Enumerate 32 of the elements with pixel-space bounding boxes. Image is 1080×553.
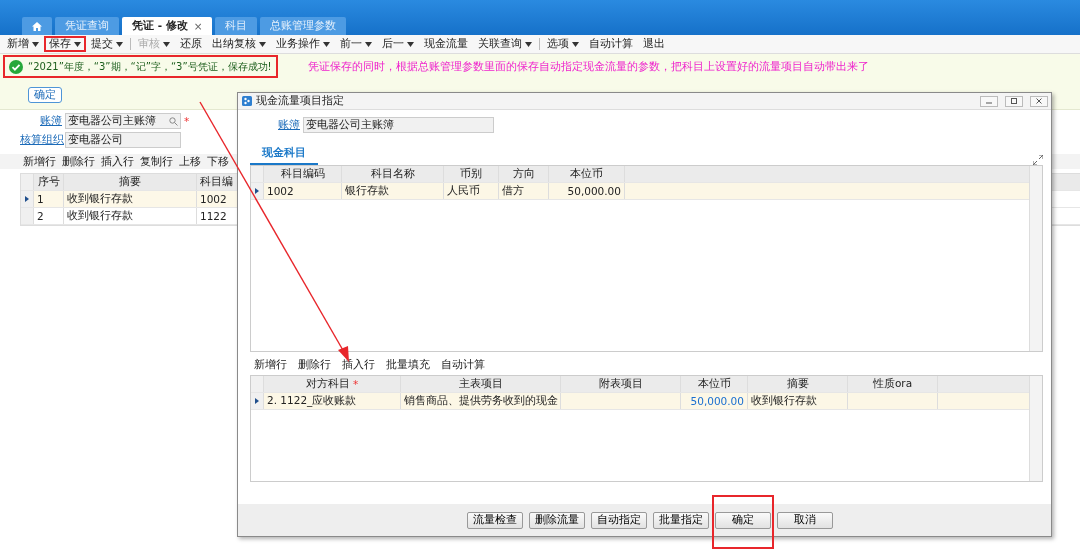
- annotation-note: 凭证保存的同时，根据总账管理参数里面的保存自动指定现金流量的参数，把科目上设置好的流量项目自动带出来了: [307, 59, 869, 74]
- table-cell: 1: [34, 191, 64, 207]
- header-label: 性质ora: [872, 377, 913, 391]
- header-label: 主表项目: [458, 377, 503, 391]
- column-header: 科目编码: [264, 166, 342, 182]
- column-header: 方向: [499, 166, 549, 182]
- column-header: 序号: [34, 174, 64, 190]
- header-label: 对方科目: [305, 377, 350, 391]
- table-cell: 收到银行存款: [64, 208, 197, 224]
- table-cell: 收到银行存款: [64, 191, 197, 207]
- header-label: 摘要: [786, 377, 809, 391]
- header-label: 本位币: [697, 377, 731, 391]
- table-cell: 50,000.00: [681, 393, 748, 409]
- required-mark: *: [353, 378, 359, 390]
- table-cell: 销售商品、提供劳务收到的现金: [401, 393, 561, 409]
- table-cell: 2. 1122_应收账款: [264, 393, 401, 409]
- table-cell: 2: [34, 208, 64, 224]
- table-cell: 1002: [197, 191, 239, 207]
- success-message: “2021”年度，“3”期，“记”字，“3”号凭证，保存成功!: [28, 59, 272, 74]
- table-cell: 银行存款: [342, 183, 444, 199]
- required-mark: *: [184, 115, 190, 127]
- table-cell: 人民币: [444, 183, 499, 199]
- table-cell: 50,000.00: [549, 183, 625, 199]
- column-header: 本位币: [549, 166, 625, 182]
- header-label: 附表项目: [598, 377, 643, 391]
- table-cell: 1002: [264, 183, 342, 199]
- column-header: 科目名称: [342, 166, 444, 182]
- column-header: 币别: [444, 166, 499, 182]
- table-cell: 借方: [499, 183, 549, 199]
- column-header: 摘要: [64, 174, 197, 190]
- window-title: 现金流量项目指定: [256, 94, 345, 108]
- table-cell: 收到银行存款: [748, 393, 848, 409]
